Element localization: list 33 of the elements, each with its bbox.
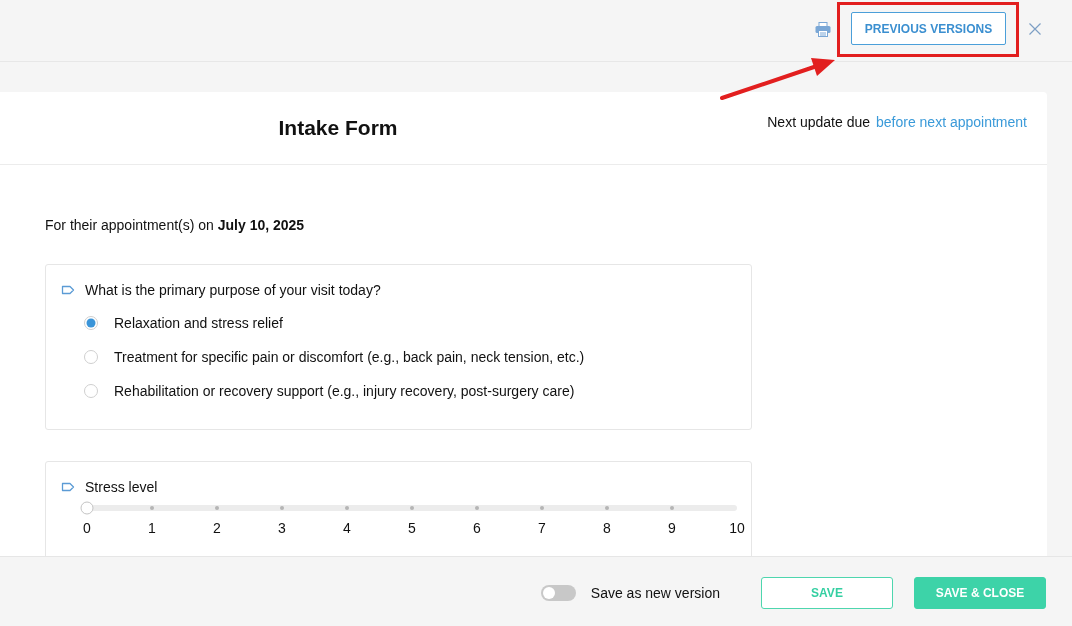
radio-button[interactable] <box>84 350 98 364</box>
option-label: Treatment for specific pain or discomfort (e.g., back pain, neck tension, etc.) <box>114 348 585 367</box>
printer-icon[interactable] <box>815 22 831 37</box>
scale-label: 9 <box>668 519 676 537</box>
form-title: Intake Form <box>278 116 398 140</box>
close-icon[interactable] <box>1029 23 1041 35</box>
scale-label: 8 <box>603 519 611 537</box>
scale-label: 2 <box>213 519 221 537</box>
scale-label: 10 <box>729 519 745 537</box>
radio-button[interactable] <box>84 316 98 330</box>
scale-label: 1 <box>148 519 156 537</box>
scale-label: 0 <box>83 519 91 537</box>
option-label: Rehabilitation or recovery support (e.g., injury recovery, post-surgery care) <box>114 382 575 401</box>
scale-label: 5 <box>408 519 416 537</box>
next-update-label: Next update due <box>767 113 870 132</box>
option-label: Relaxation and stress relief <box>114 314 283 333</box>
scale-label: 6 <box>473 519 481 537</box>
save-button[interactable]: SAVE <box>761 577 893 609</box>
scale-label: 4 <box>343 519 351 537</box>
previous-versions-button[interactable]: PREVIOUS VERSIONS <box>851 12 1006 45</box>
next-update-link[interactable]: before next appointment <box>876 112 1027 132</box>
tag-icon <box>61 482 75 492</box>
radio-button[interactable] <box>84 384 98 398</box>
toggle-label: Save as new version <box>590 585 720 601</box>
appointment-text: For their appointment(s) on July 10, 2025 <box>45 216 306 235</box>
save-close-button[interactable]: SAVE & CLOSE <box>914 577 1046 609</box>
tag-icon <box>61 285 75 295</box>
scale-label: 3 <box>278 519 286 537</box>
question-label: What is the primary purpose of your visit today? <box>85 281 381 300</box>
question-label: Stress level <box>85 478 158 497</box>
slider-thumb[interactable] <box>80 501 94 515</box>
scale-label: 7 <box>538 519 546 537</box>
toggle-switch[interactable] <box>540 585 576 601</box>
